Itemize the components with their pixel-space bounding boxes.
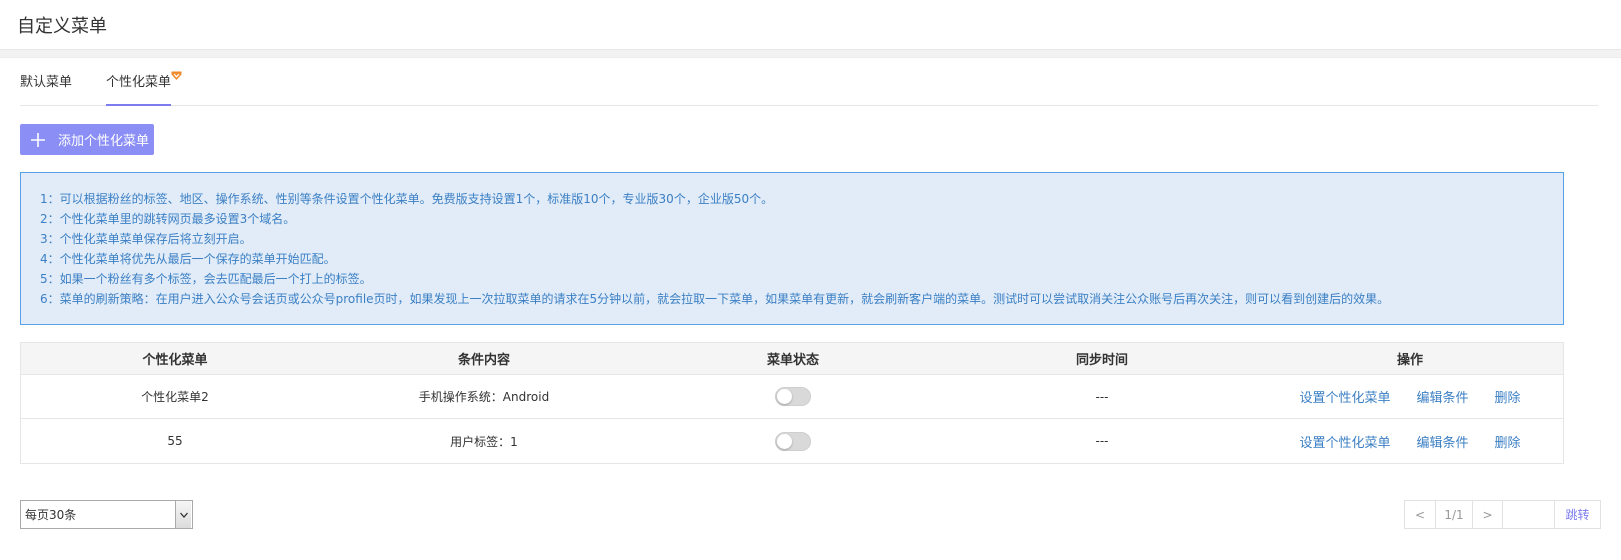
actions-cell: 设置个性化菜单 编辑条件 删除 [1257, 419, 1563, 463]
jump-button[interactable]: 跳转 [1555, 501, 1600, 528]
menu-name-cell: 个性化菜单2 [141, 390, 209, 404]
pagination: < 1/1 > 跳转 [1404, 500, 1601, 529]
toggle-knob [777, 389, 792, 404]
menu-name-cell: 55 [167, 434, 183, 448]
personalized-menu-table: 个性化菜单 条件内容 菜单状态 同步时间 操作 个性化菜单2 手机操作系统：An… [20, 342, 1564, 464]
tab-personalized-menu-label: 个性化菜单 [106, 75, 172, 90]
delete-link[interactable]: 删除 [1495, 432, 1521, 451]
table-row: 55 用户标签：1 --- 设置个性化菜单 编辑条件 删除 [21, 419, 1563, 463]
edit-condition-link[interactable]: 编辑条件 [1416, 432, 1468, 451]
column-header-menu: 个性化菜单 [142, 353, 208, 368]
plus-icon [31, 132, 45, 147]
jump-page-input[interactable] [1503, 501, 1555, 528]
sync-time-cell: --- [1095, 389, 1109, 404]
toggle-knob [777, 433, 792, 449]
main-content: 默认菜单 个性化菜单 添加个性化菜单 1：可以根据粉丝的标签、地区、操作系统、性… [0, 58, 1621, 529]
sync-time-cell: --- [1095, 434, 1109, 448]
menu-status-toggle[interactable] [775, 431, 811, 451]
header-divider [0, 50, 1621, 58]
page-title: 自定义菜单 [17, 15, 107, 37]
add-personalized-menu-label: 添加个性化菜单 [58, 134, 150, 149]
column-header-actions: 操作 [1396, 353, 1423, 368]
next-page-button[interactable]: > [1473, 501, 1503, 528]
edit-condition-link[interactable]: 编辑条件 [1416, 387, 1468, 406]
table-footer: 每页30条 < 1/1 > 跳转 [20, 500, 1601, 529]
condition-cell: 手机操作系统：Android [418, 390, 550, 404]
page-size-value: 每页30条 [25, 508, 77, 522]
column-header-condition: 条件内容 [457, 353, 510, 368]
notice-line: 4：个性化菜单将优先从最后一个保存的菜单开始匹配。 [40, 252, 336, 266]
column-header-status: 菜单状态 [766, 353, 819, 368]
menu-tabs: 默认菜单 个性化菜单 [20, 58, 1598, 106]
add-personalized-menu-button[interactable]: 添加个性化菜单 [20, 124, 154, 155]
status-cell [639, 375, 947, 418]
condition-cell: 用户标签：1 [450, 434, 518, 449]
notice-line: 6：菜单的刷新策略：在用户进入公众号会话页或公众号profile页时，如果发现上… [40, 292, 1390, 306]
notice-line: 2：个性化菜单里的跳转网页最多设置3个域名。 [40, 212, 296, 226]
notice-line: 5：如果一个粉丝有多个标签，会去匹配最后一个打上的标签。 [40, 272, 372, 286]
status-cell [639, 419, 947, 463]
delete-link[interactable]: 删除 [1495, 387, 1521, 406]
notice-box: 1：可以根据粉丝的标签、地区、操作系统、性别等条件设置个性化菜单。免费版支持设置… [20, 172, 1564, 325]
chevron-down-icon[interactable] [175, 501, 191, 528]
set-personalized-menu-link[interactable]: 设置个性化菜单 [1299, 432, 1390, 451]
actions-cell: 设置个性化菜单 编辑条件 删除 [1257, 375, 1563, 418]
notice-line: 3：个性化菜单菜单保存后将立刻开启。 [40, 232, 252, 246]
menu-status-toggle[interactable] [775, 387, 811, 406]
page-indicator: 1/1 [1436, 501, 1473, 528]
column-header-sync-time: 同步时间 [1075, 353, 1128, 368]
page-header: 自定义菜单 [0, 0, 1621, 50]
vip-badge-icon [171, 71, 182, 80]
notice-line: 1：可以根据粉丝的标签、地区、操作系统、性别等条件设置个性化菜单。免费版支持设置… [40, 192, 774, 206]
table-row: 个性化菜单2 手机操作系统：Android --- 设置个性化菜单 编辑条件 删… [21, 375, 1563, 419]
page-size-select[interactable]: 每页30条 [20, 500, 193, 529]
set-personalized-menu-link[interactable]: 设置个性化菜单 [1299, 387, 1390, 406]
table-header: 个性化菜单 条件内容 菜单状态 同步时间 操作 [21, 343, 1563, 375]
prev-page-button[interactable]: < [1405, 501, 1436, 528]
tab-personalized-menu[interactable]: 个性化菜单 [106, 71, 182, 106]
tab-default-menu[interactable]: 默认菜单 [20, 71, 72, 105]
